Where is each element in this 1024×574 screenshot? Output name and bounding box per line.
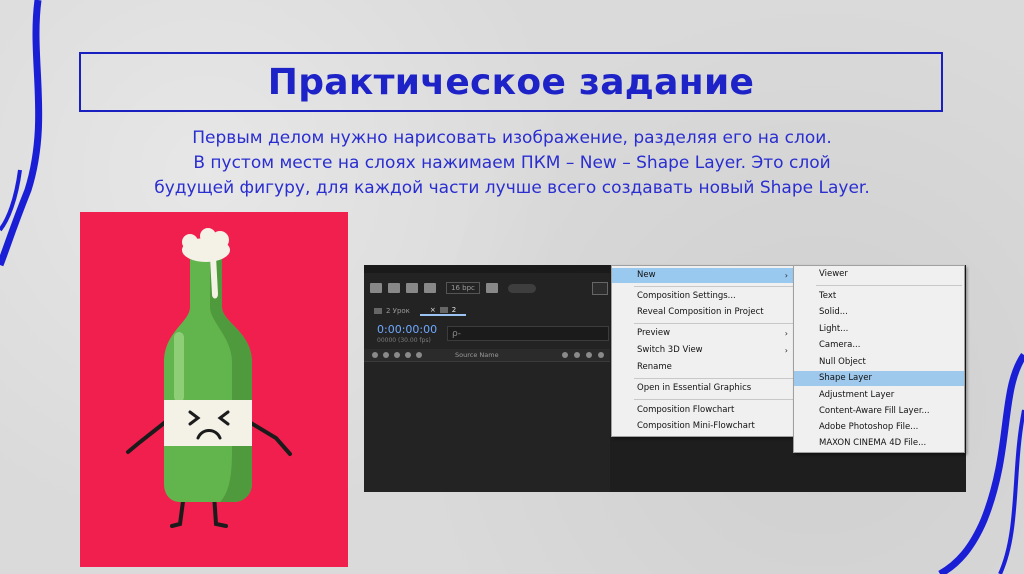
composition-icon[interactable]: [406, 283, 418, 293]
new-submenu: Viewer Text Solid... Light... Camera... …: [793, 265, 965, 453]
frame-rate: 00000 (30.00 fps): [377, 337, 431, 344]
intro-text: Первым делом нужно нарисовать изображени…: [80, 126, 944, 201]
layer-columns-header: Source Name: [364, 349, 614, 361]
slide-title: Практическое задание: [267, 61, 755, 103]
menu-separator: [634, 323, 794, 324]
label-icon[interactable]: [416, 352, 422, 358]
menu-item-label: New: [637, 270, 656, 280]
menu-item-mini-flowchart[interactable]: Composition Mini-Flowchart: [612, 419, 796, 434]
bit-depth-badge[interactable]: 16 bpc: [446, 282, 480, 294]
panel-menu-icon[interactable]: [592, 282, 608, 295]
menu-item-preview[interactable]: Preview ›: [612, 326, 796, 341]
menu-item-composition-settings[interactable]: Composition Settings...: [612, 289, 796, 304]
bottle-illustration: [80, 212, 348, 567]
pen-icon[interactable]: [424, 283, 436, 293]
composition-icon: [439, 307, 448, 313]
menu-item-label: Switch 3D View: [637, 345, 703, 355]
submenu-item-cinema4d-file[interactable]: MAXON CINEMA 4D File...: [794, 436, 964, 451]
quality-icon[interactable]: [586, 352, 592, 358]
submenu-item-solid[interactable]: Solid...: [794, 305, 964, 320]
fx-icon[interactable]: [598, 352, 604, 358]
menu-item-rename[interactable]: Rename: [612, 360, 796, 375]
zoom-slider[interactable]: [507, 283, 536, 293]
menu-item-composition-flowchart[interactable]: Composition Flowchart: [612, 403, 796, 418]
audio-icon[interactable]: [383, 352, 389, 358]
menu-item-switch-3d-view[interactable]: Switch 3D View ›: [612, 343, 796, 358]
folder-icon[interactable]: [388, 283, 400, 293]
timecode[interactable]: 0:00:00:00: [377, 323, 437, 336]
tab-label: 2 Урок: [386, 307, 410, 315]
bottle-character-icon: [126, 228, 292, 528]
submenu-item-photoshop-file[interactable]: Adobe Photoshop File...: [794, 420, 964, 435]
lock-icon[interactable]: [405, 352, 411, 358]
menu-separator: [634, 286, 794, 287]
intro-line: будущей фигуру, для каждой части лучше в…: [154, 178, 870, 198]
composition-icon: [374, 308, 382, 314]
divider: [364, 361, 614, 362]
chevron-right-icon: ›: [784, 346, 788, 355]
timeline-toolbar: 16 bpc: [364, 278, 620, 298]
submenu-item-content-aware-fill[interactable]: Content-Aware Fill Layer...: [794, 404, 964, 419]
submenu-item-text[interactable]: Text: [794, 289, 964, 304]
submenu-item-null-object[interactable]: Null Object: [794, 355, 964, 370]
composition-tabs: 2 Урок × 2: [364, 303, 614, 319]
shy-icon[interactable]: [562, 352, 568, 358]
tab-composition-lesson[interactable]: 2 Урок: [364, 307, 420, 315]
menu-item-reveal-composition[interactable]: Reveal Composition in Project: [612, 305, 796, 320]
render-icon[interactable]: [370, 283, 382, 293]
menu-separator: [634, 378, 794, 379]
submenu-item-light[interactable]: Light...: [794, 322, 964, 337]
submenu-item-viewer[interactable]: Viewer: [794, 267, 964, 282]
switches-header: [562, 352, 604, 358]
visibility-icon[interactable]: [372, 352, 378, 358]
intro-line: В пустом месте на слоях нажимаем ПКМ – N…: [193, 153, 831, 173]
solo-icon[interactable]: [394, 352, 400, 358]
menu-item-essential-graphics[interactable]: Open in Essential Graphics: [612, 381, 796, 396]
tab-composition-2[interactable]: × 2: [419, 306, 467, 316]
menu-item-label: Preview: [637, 328, 671, 338]
collapse-icon[interactable]: [574, 352, 580, 358]
close-icon[interactable]: ×: [430, 306, 436, 314]
chevron-right-icon: ›: [784, 329, 788, 338]
trash-icon[interactable]: [485, 283, 498, 293]
layer-search-input[interactable]: ρ-: [447, 326, 609, 341]
context-menu: New › Composition Settings... Reveal Com…: [611, 265, 797, 437]
menu-separator: [816, 285, 962, 286]
menu-separator: [634, 399, 794, 400]
tab-label: 2: [451, 306, 457, 314]
column-source-name[interactable]: Source Name: [455, 351, 499, 359]
submenu-item-adjustment-layer[interactable]: Adjustment Layer: [794, 388, 964, 403]
chevron-right-icon: ›: [784, 271, 788, 280]
menu-item-new[interactable]: New ›: [612, 268, 796, 283]
intro-line: Первым делом нужно нарисовать изображени…: [192, 128, 832, 148]
submenu-item-shape-layer[interactable]: Shape Layer: [794, 371, 964, 386]
title-frame: Практическое задание: [79, 52, 943, 112]
submenu-item-camera[interactable]: Camera...: [794, 338, 964, 353]
